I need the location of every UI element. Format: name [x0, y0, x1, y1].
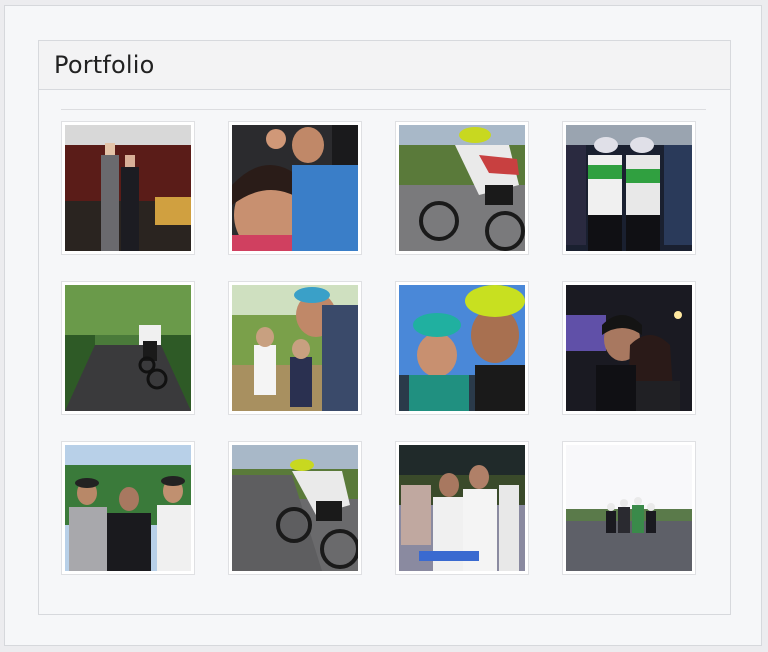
photo-image [566, 285, 692, 411]
photo-image [65, 285, 191, 411]
photo-thumbnail[interactable] [562, 121, 696, 255]
divider [61, 109, 706, 110]
photo-thumbnail[interactable] [228, 121, 362, 255]
page-frame: Portfolio [4, 5, 762, 646]
photo-thumbnail[interactable] [562, 281, 696, 415]
page-title: Portfolio [54, 51, 155, 79]
photo-thumbnail[interactable] [395, 441, 529, 575]
photo-image [65, 445, 191, 571]
photo-thumbnail[interactable] [228, 441, 362, 575]
photo-thumbnail[interactable] [228, 281, 362, 415]
photo-thumbnail[interactable] [61, 441, 195, 575]
photo-thumbnail[interactable] [61, 121, 195, 255]
photo-thumbnail[interactable] [395, 281, 529, 415]
photo-image [232, 445, 358, 571]
photo-thumbnail[interactable] [61, 281, 195, 415]
photo-image [399, 445, 525, 571]
photo-thumbnail[interactable] [395, 121, 529, 255]
panel-header: Portfolio [39, 41, 730, 90]
photo-image [566, 125, 692, 251]
photo-grid [61, 121, 701, 575]
photo-image [65, 125, 191, 251]
photo-image [399, 285, 525, 411]
photo-image [566, 445, 692, 571]
photo-image [399, 125, 525, 251]
photo-image [232, 285, 358, 411]
photo-thumbnail[interactable] [562, 441, 696, 575]
photo-image [232, 125, 358, 251]
